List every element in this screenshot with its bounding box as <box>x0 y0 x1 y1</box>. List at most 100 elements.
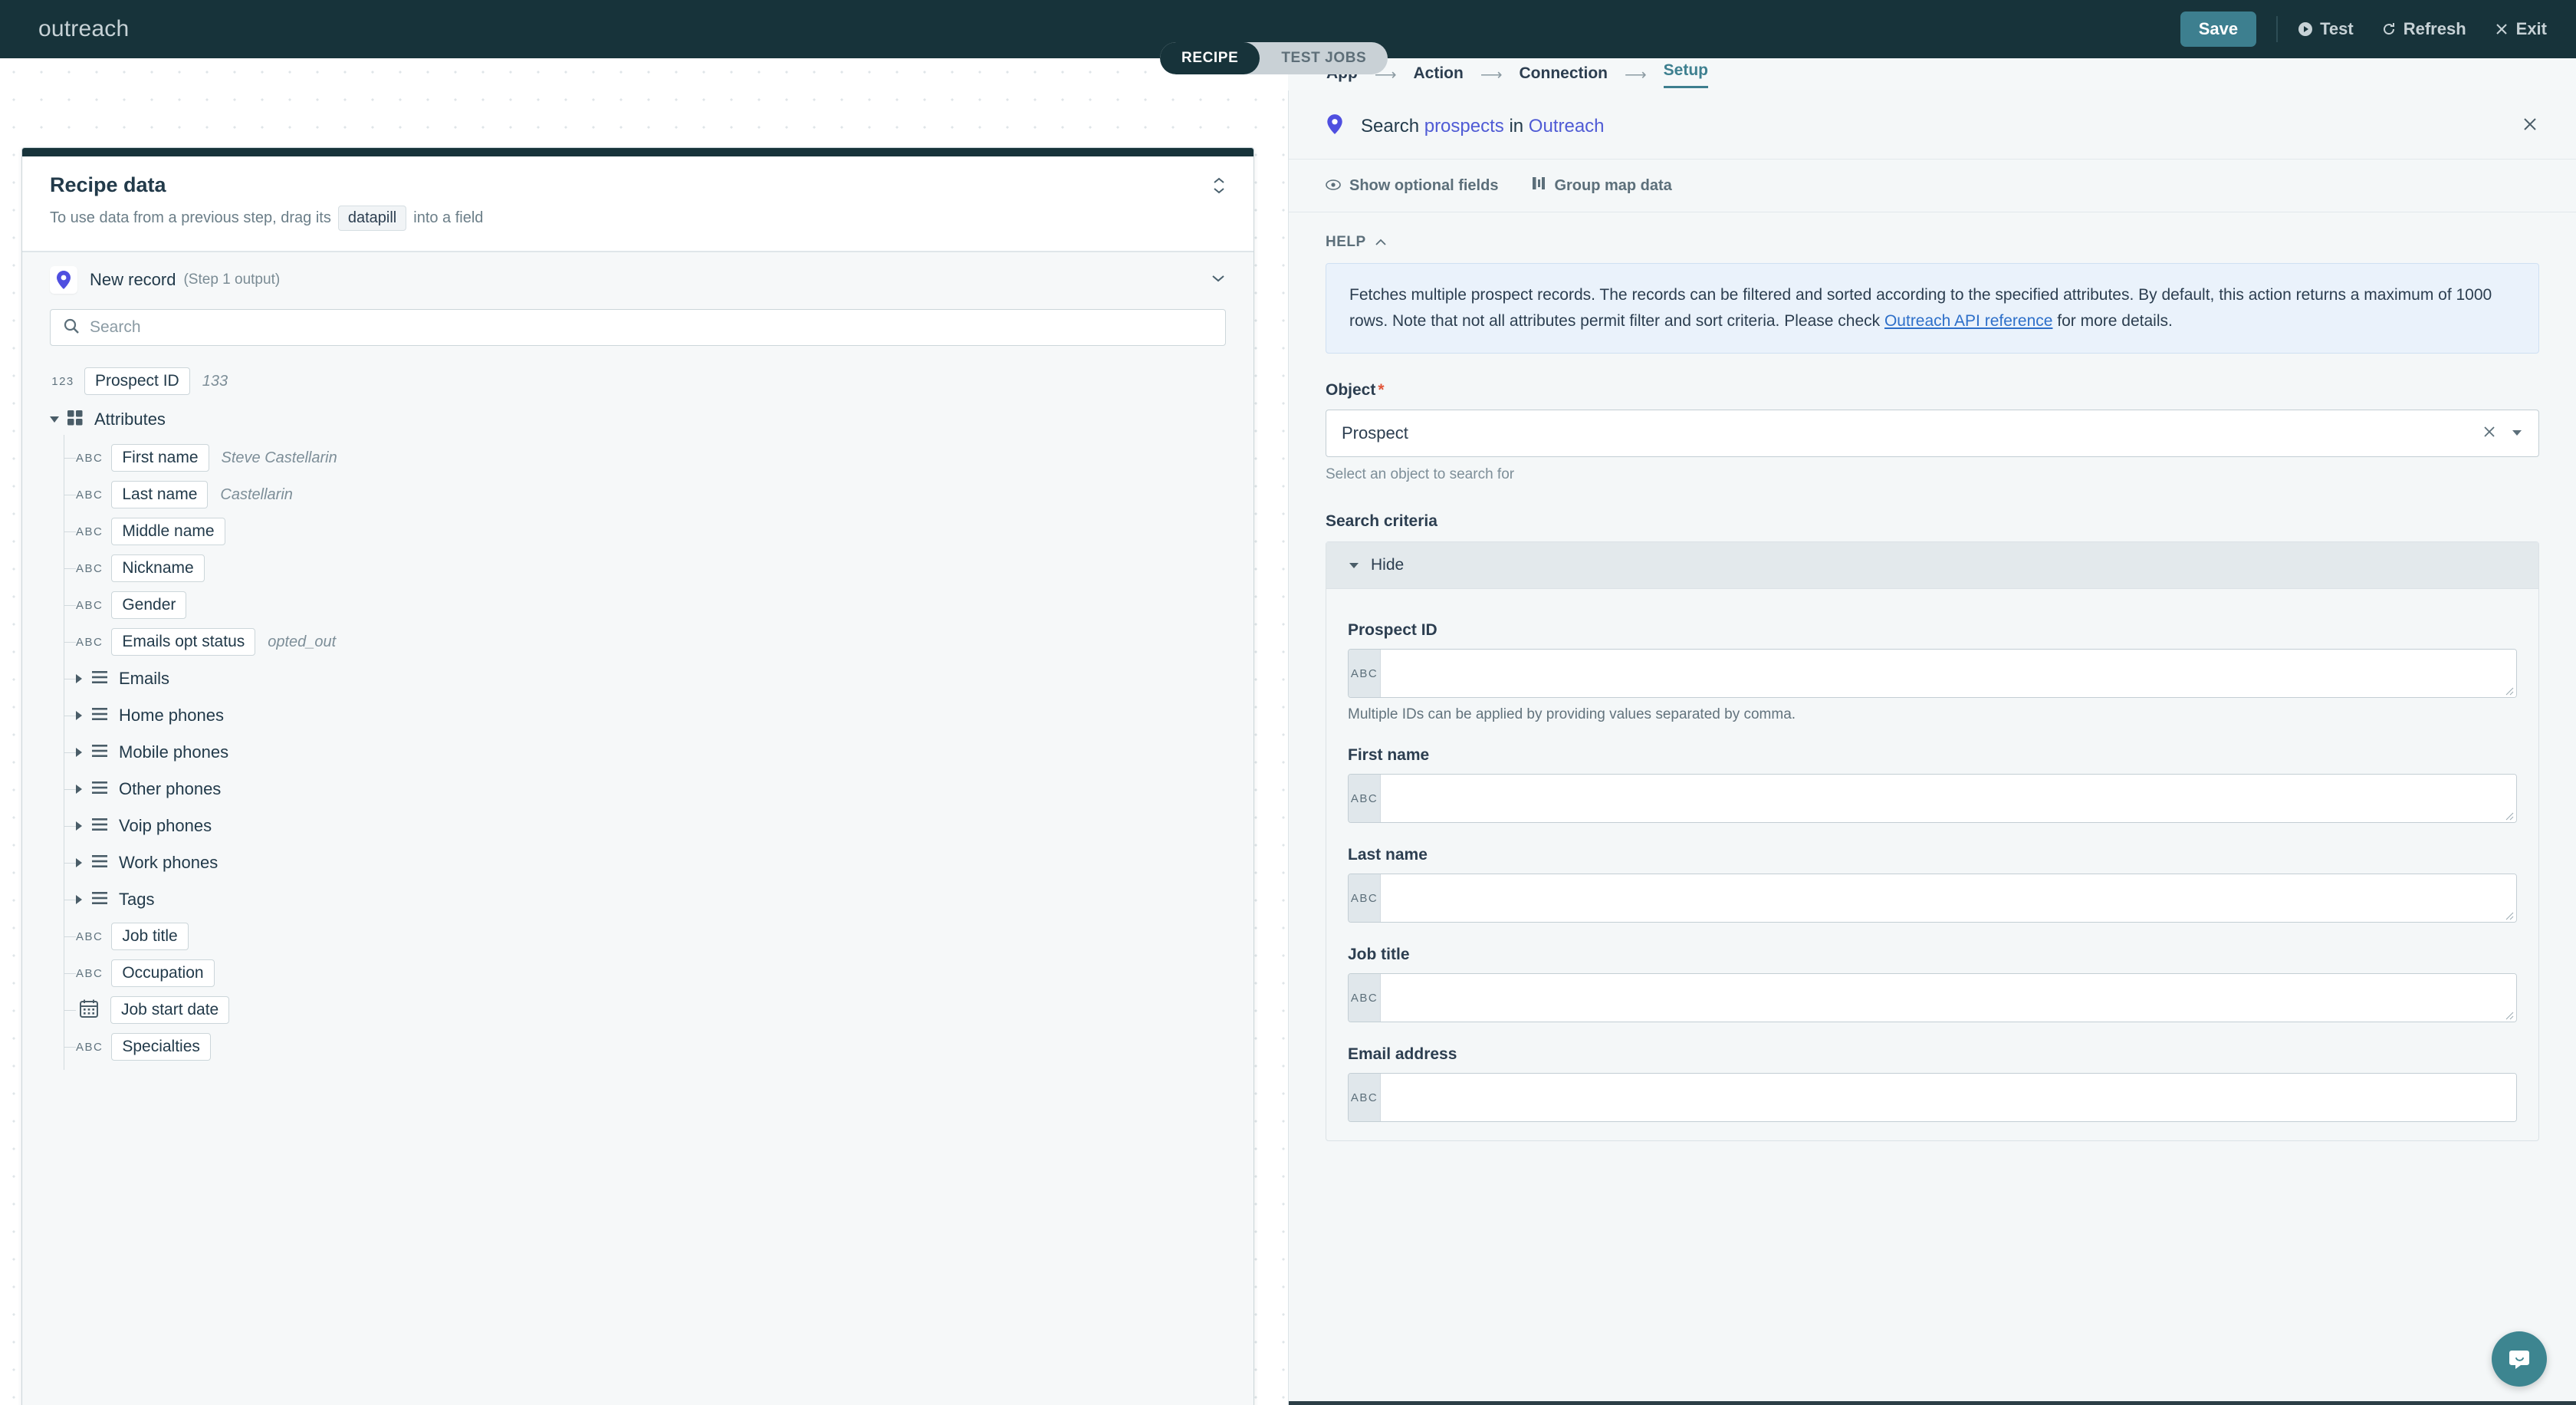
save-button[interactable]: Save <box>2180 12 2257 47</box>
recipe-data-subtitle: To use data from a previous step, drag i… <box>50 206 1226 231</box>
text-type-icon: ABC <box>76 488 104 502</box>
first-name-input[interactable] <box>1381 775 2516 823</box>
text-type-icon: ABC <box>76 451 104 465</box>
text-type-icon: ABC <box>76 525 104 538</box>
prospect-id-hint: Multiple IDs can be applied by providing… <box>1348 706 1796 723</box>
panel-resize-toggle[interactable] <box>1212 176 1226 195</box>
tree-group-label: Other phones <box>119 779 222 798</box>
chat-support-button[interactable] <box>2492 1331 2547 1387</box>
tab-test-jobs[interactable]: TEST JOBS <box>1260 42 1388 74</box>
refresh-label: Refresh <box>2403 19 2466 38</box>
tree-group-work-phones[interactable]: Work phones <box>50 840 1226 886</box>
group-map-data-button[interactable]: Group map data <box>1532 176 1672 195</box>
list-item[interactable]: ABC First name Steve Castellarin <box>50 435 1226 481</box>
field-label-last-name: Last name <box>1348 846 1428 864</box>
chevron-up-icon <box>1214 177 1224 183</box>
outreach-api-reference-link[interactable]: Outreach API reference <box>1884 312 2052 330</box>
datapill-job-title[interactable]: Job title <box>111 923 189 950</box>
list-item[interactable]: ABC Emails opt status opted_out <box>50 619 1226 665</box>
text-type-badge: ABC <box>1349 775 1381 823</box>
toolbar-divider <box>2276 16 2279 42</box>
tree-group-other-phones[interactable]: Other phones <box>50 766 1226 812</box>
tree-group-mobile-phones[interactable]: Mobile phones <box>50 729 1226 775</box>
tree-group-home-phones[interactable]: Home phones <box>50 693 1226 739</box>
title-object-link[interactable]: prospects <box>1424 116 1504 137</box>
datapill-prospect-id[interactable]: Prospect ID <box>84 367 190 395</box>
input-job-title[interactable]: ABC <box>1348 973 2517 1023</box>
list-item[interactable]: ABC Specialties <box>50 1024 1226 1070</box>
search-icon <box>63 318 80 338</box>
chevron-right-icon[interactable] <box>76 821 82 831</box>
step-label: New record <box>90 270 176 289</box>
breadcrumb-item-action[interactable]: Action <box>1414 64 1464 84</box>
chevron-right-icon[interactable] <box>76 711 82 720</box>
input-area <box>1381 650 2516 698</box>
input-prospect-id[interactable]: ABC <box>1348 649 2517 699</box>
clear-icon[interactable] <box>2482 424 2497 443</box>
datapill-specialties[interactable]: Specialties <box>111 1033 211 1061</box>
search-criteria-hide-toggle[interactable]: Hide <box>1326 542 2538 590</box>
tree-group-label: Tags <box>119 890 155 909</box>
tree-group-label: Home phones <box>119 706 224 725</box>
tree-group-attributes[interactable]: Attributes <box>50 400 1226 439</box>
close-panel-icon[interactable] <box>2521 115 2539 137</box>
step-sublabel: (Step 1 output) <box>183 271 281 288</box>
datapill-search-box[interactable] <box>50 309 1226 346</box>
chevron-right-icon[interactable] <box>76 858 82 867</box>
datapill-nickname[interactable]: Nickname <box>111 554 205 582</box>
input-email-address[interactable]: ABC <box>1348 1073 2517 1123</box>
setup-panel: Search prospects in Outreach Show option… <box>1288 90 2576 1405</box>
datapill-occupation[interactable]: Occupation <box>111 959 215 987</box>
datapill-gender[interactable]: Gender <box>111 591 187 619</box>
last-name-input[interactable] <box>1381 874 2516 923</box>
list-item[interactable]: Job start date <box>50 987 1226 1033</box>
step-header-new-record[interactable]: New record (Step 1 output) <box>22 252 1254 304</box>
list-item[interactable]: ABC Middle name <box>50 508 1226 554</box>
prospect-id-input[interactable] <box>1381 650 2516 698</box>
recipe-canvas: Recipe data To use data from a previous … <box>0 58 1288 1405</box>
exit-button[interactable]: Exit <box>2494 19 2547 39</box>
list-item[interactable]: ABC Last name Castellarin <box>50 472 1226 518</box>
show-optional-fields-button[interactable]: Show optional fields <box>1326 177 1498 195</box>
chevron-down-icon <box>1212 275 1224 282</box>
list-item[interactable]: ABC Job title <box>50 913 1226 959</box>
list-item[interactable]: ABC Gender <box>50 582 1226 628</box>
tab-recipe[interactable]: RECIPE <box>1160 42 1260 74</box>
exit-label: Exit <box>2515 19 2547 38</box>
chevron-right-icon[interactable] <box>76 895 82 904</box>
chevron-right-icon[interactable] <box>76 748 82 757</box>
list-icon <box>91 744 108 762</box>
chevron-down-icon[interactable] <box>2511 426 2523 440</box>
datapill-emails-opt-status[interactable]: Emails opt status <box>111 628 256 656</box>
input-first-name[interactable]: ABC <box>1348 774 2517 824</box>
title-app-link[interactable]: Outreach <box>1529 116 1605 137</box>
tree-group-tags[interactable]: Tags <box>50 877 1226 923</box>
tree-group-emails[interactable]: Emails <box>50 656 1226 702</box>
text-type-icon: ABC <box>76 1040 104 1054</box>
datapill-middle-name[interactable]: Middle name <box>111 518 225 545</box>
step-collapse-chevron[interactable] <box>1211 273 1226 287</box>
input-last-name[interactable]: ABC <box>1348 874 2517 923</box>
datapill-last-name[interactable]: Last name <box>111 481 209 508</box>
tree-group-voip-phones[interactable]: Voip phones <box>50 803 1226 849</box>
search-input[interactable] <box>90 318 1213 337</box>
list-item[interactable]: 123 Prospect ID 133 <box>50 363 1226 400</box>
datapill-first-name[interactable]: First name <box>111 444 209 472</box>
object-select[interactable]: Prospect <box>1326 410 2539 458</box>
search-criteria-card: Hide Prospect ID ABC Multiple IDs can be… <box>1326 541 2539 1142</box>
list-item[interactable]: ABC Nickname <box>50 545 1226 591</box>
field-label-email-address: Email address <box>1348 1045 1457 1064</box>
job-title-input[interactable] <box>1381 974 2516 1022</box>
chevron-right-icon[interactable] <box>76 785 82 794</box>
refresh-button[interactable]: Refresh <box>2381 19 2466 39</box>
group-map-data-label: Group map data <box>1554 176 1672 194</box>
test-button[interactable]: Test <box>2298 19 2354 39</box>
datapill-job-start-date[interactable]: Job start date <box>110 996 230 1024</box>
breadcrumb-item-connection[interactable]: Connection <box>1520 64 1608 84</box>
email-address-input[interactable] <box>1381 1074 2516 1122</box>
chevron-right-icon[interactable] <box>76 674 82 683</box>
breadcrumb-item-setup[interactable]: Setup <box>1663 61 1709 88</box>
chevron-down-icon[interactable] <box>50 416 59 423</box>
help-toggle[interactable]: HELP <box>1326 234 2539 251</box>
list-item[interactable]: ABC Occupation <box>50 950 1226 996</box>
